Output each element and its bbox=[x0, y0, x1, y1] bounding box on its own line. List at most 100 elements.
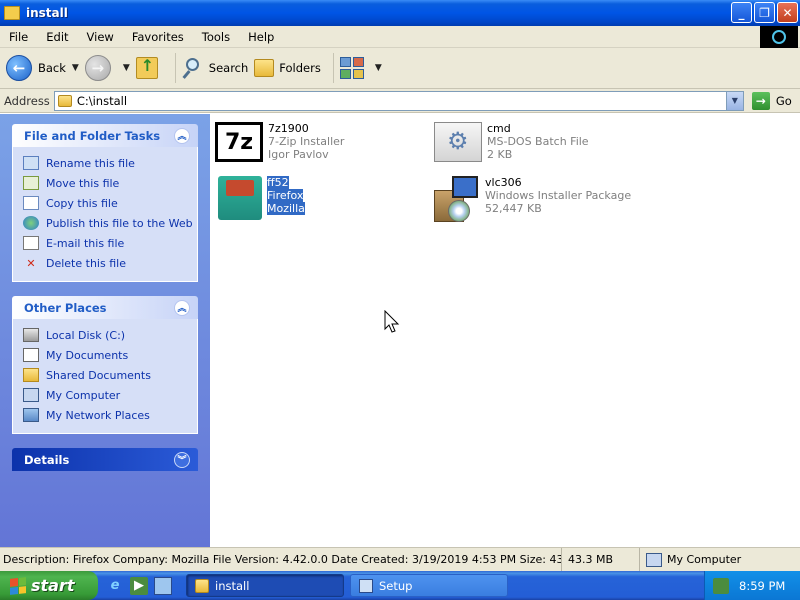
local-disk-link[interactable]: Local Disk (C:) bbox=[23, 325, 197, 345]
other-places-panel: Other Places ︽ Local Disk (C:) My Docume… bbox=[12, 296, 198, 434]
window-controls: _ ❐ ✕ bbox=[731, 2, 798, 23]
forward-dropdown-icon[interactable]: ▼ bbox=[123, 63, 130, 73]
windows-flag-icon bbox=[10, 576, 26, 595]
file-labels: 7z1900 7-Zip Installer Igor Pavlov bbox=[268, 122, 344, 161]
taskbar-item-setup[interactable]: Setup bbox=[350, 574, 508, 597]
computer-icon bbox=[646, 552, 662, 567]
hard-disk-icon bbox=[23, 328, 39, 342]
file-item-vlc306[interactable]: vlc306 Windows Installer Package 52,447 … bbox=[434, 176, 631, 224]
folders-button[interactable]: Folders bbox=[254, 59, 321, 77]
views-dropdown-icon[interactable]: ▼ bbox=[375, 63, 382, 73]
file-name: ff52 bbox=[267, 176, 289, 189]
address-dropdown-icon[interactable]: ▼ bbox=[725, 91, 743, 110]
copy-file-link[interactable]: Copy this file bbox=[23, 193, 197, 213]
up-folder-button[interactable] bbox=[135, 56, 163, 79]
back-button[interactable]: ← Back ▼ bbox=[6, 55, 79, 81]
file-type: Firefox bbox=[267, 189, 304, 202]
back-arrow-icon: ← bbox=[6, 55, 32, 81]
start-label: start bbox=[31, 576, 75, 595]
7zip-icon: 7z bbox=[215, 122, 263, 162]
address-input[interactable]: C:\install ▼ bbox=[53, 90, 744, 111]
menu-edit[interactable]: Edit bbox=[37, 30, 77, 44]
search-icon bbox=[182, 57, 204, 79]
rename-file-link[interactable]: Rename this file bbox=[23, 153, 197, 173]
windows-logo-icon bbox=[760, 26, 798, 48]
forward-arrow-icon: → bbox=[84, 55, 111, 81]
rename-icon bbox=[23, 156, 39, 170]
maximize-button[interactable]: ❐ bbox=[754, 2, 775, 23]
delete-x-icon: ✕ bbox=[26, 256, 36, 270]
file-view[interactable]: 7z 7z1900 7-Zip Installer Igor Pavlov cm… bbox=[210, 114, 800, 547]
task-pane: File and Folder Tasks ︽ Rename this file… bbox=[0, 114, 210, 547]
search-button[interactable]: Search bbox=[182, 57, 248, 79]
menu-help[interactable]: Help bbox=[239, 30, 283, 44]
menu-file[interactable]: File bbox=[0, 30, 37, 44]
file-company: Igor Pavlov bbox=[268, 148, 329, 161]
panel-header[interactable]: Other Places ︽ bbox=[12, 296, 198, 319]
clock[interactable]: 8:59 PM bbox=[739, 579, 785, 593]
file-labels: cmd MS-DOS Batch File 2 KB bbox=[487, 122, 589, 161]
show-desktop-icon[interactable] bbox=[154, 576, 172, 595]
go-button[interactable]: → Go bbox=[751, 91, 792, 110]
move-icon bbox=[23, 176, 39, 190]
file-type: Windows Installer Package bbox=[485, 189, 632, 202]
file-company: Mozilla bbox=[267, 202, 305, 215]
media-player-icon[interactable]: ▶ bbox=[130, 576, 148, 595]
menu-tools[interactable]: Tools bbox=[193, 30, 239, 44]
my-computer-link[interactable]: My Computer bbox=[23, 385, 197, 405]
tray-app-icon[interactable] bbox=[713, 577, 729, 594]
panel-header[interactable]: File and Folder Tasks ︽ bbox=[12, 124, 198, 147]
link-label: My Documents bbox=[46, 348, 129, 362]
window-title-bar[interactable]: install _ ❐ ✕ bbox=[0, 0, 800, 26]
collapse-chevron-icon[interactable]: ︽ bbox=[174, 299, 190, 316]
panel-header[interactable]: Details ︾ bbox=[12, 448, 198, 471]
toolbar-separator bbox=[174, 53, 176, 83]
folders-icon bbox=[254, 59, 275, 77]
taskbar: start e ▶ install Setup 8:59 PM bbox=[0, 571, 800, 600]
mouse-cursor-icon bbox=[384, 310, 400, 333]
file-size: 52,447 KB bbox=[485, 202, 542, 215]
taskbar-item-install[interactable]: install bbox=[186, 574, 344, 597]
setup-icon bbox=[359, 578, 373, 593]
quick-launch: e ▶ bbox=[106, 576, 172, 595]
publish-file-link[interactable]: Publish this file to the Web bbox=[23, 213, 197, 233]
views-button[interactable]: ▼ bbox=[339, 57, 382, 79]
delete-file-link[interactable]: ✕ Delete this file bbox=[23, 253, 197, 273]
forward-button[interactable]: → ▼ bbox=[84, 55, 130, 81]
file-item-7z1900[interactable]: 7z 7z1900 7-Zip Installer Igor Pavlov bbox=[215, 122, 344, 162]
status-size: 43.3 MB bbox=[562, 548, 640, 571]
my-documents-link[interactable]: My Documents bbox=[23, 345, 197, 365]
folder-icon bbox=[4, 6, 20, 20]
folder-icon bbox=[23, 368, 39, 382]
collapse-chevron-icon[interactable]: ︽ bbox=[174, 127, 190, 144]
go-label: Go bbox=[775, 93, 792, 108]
panel-body: Local Disk (C:) My Documents Shared Docu… bbox=[12, 319, 198, 434]
internet-explorer-icon[interactable]: e bbox=[106, 577, 124, 595]
menu-favorites[interactable]: Favorites bbox=[123, 30, 193, 44]
start-button[interactable]: start bbox=[0, 571, 98, 600]
up-folder-icon bbox=[135, 56, 158, 79]
expand-chevron-icon[interactable]: ︾ bbox=[174, 451, 190, 468]
batch-file-icon bbox=[434, 122, 482, 162]
network-places-link[interactable]: My Network Places bbox=[23, 405, 197, 425]
status-description: Description: Firefox Company: Mozilla Fi… bbox=[0, 548, 562, 571]
link-label: Shared Documents bbox=[46, 368, 151, 382]
link-label: Move this file bbox=[46, 176, 120, 190]
move-file-link[interactable]: Move this file bbox=[23, 173, 197, 193]
status-zone: My Computer bbox=[640, 548, 741, 571]
network-icon bbox=[23, 408, 39, 422]
globe-icon bbox=[23, 216, 39, 230]
back-dropdown-icon[interactable]: ▼ bbox=[72, 63, 79, 73]
link-label: Publish this file to the Web bbox=[46, 216, 193, 230]
status-zone-label: My Computer bbox=[667, 553, 742, 566]
shared-documents-link[interactable]: Shared Documents bbox=[23, 365, 197, 385]
minimize-button[interactable]: _ bbox=[731, 2, 752, 23]
status-bar: Description: Firefox Company: Mozilla Fi… bbox=[0, 547, 800, 571]
window-title: install bbox=[26, 6, 68, 20]
email-file-link[interactable]: E-mail this file bbox=[23, 233, 197, 253]
file-item-cmd[interactable]: cmd MS-DOS Batch File 2 KB bbox=[434, 122, 589, 162]
file-item-ff52[interactable]: ff52 Firefox Mozilla bbox=[218, 176, 305, 220]
menu-view[interactable]: View bbox=[78, 30, 123, 44]
close-button[interactable]: ✕ bbox=[777, 2, 798, 23]
link-label: Local Disk (C:) bbox=[46, 328, 126, 342]
